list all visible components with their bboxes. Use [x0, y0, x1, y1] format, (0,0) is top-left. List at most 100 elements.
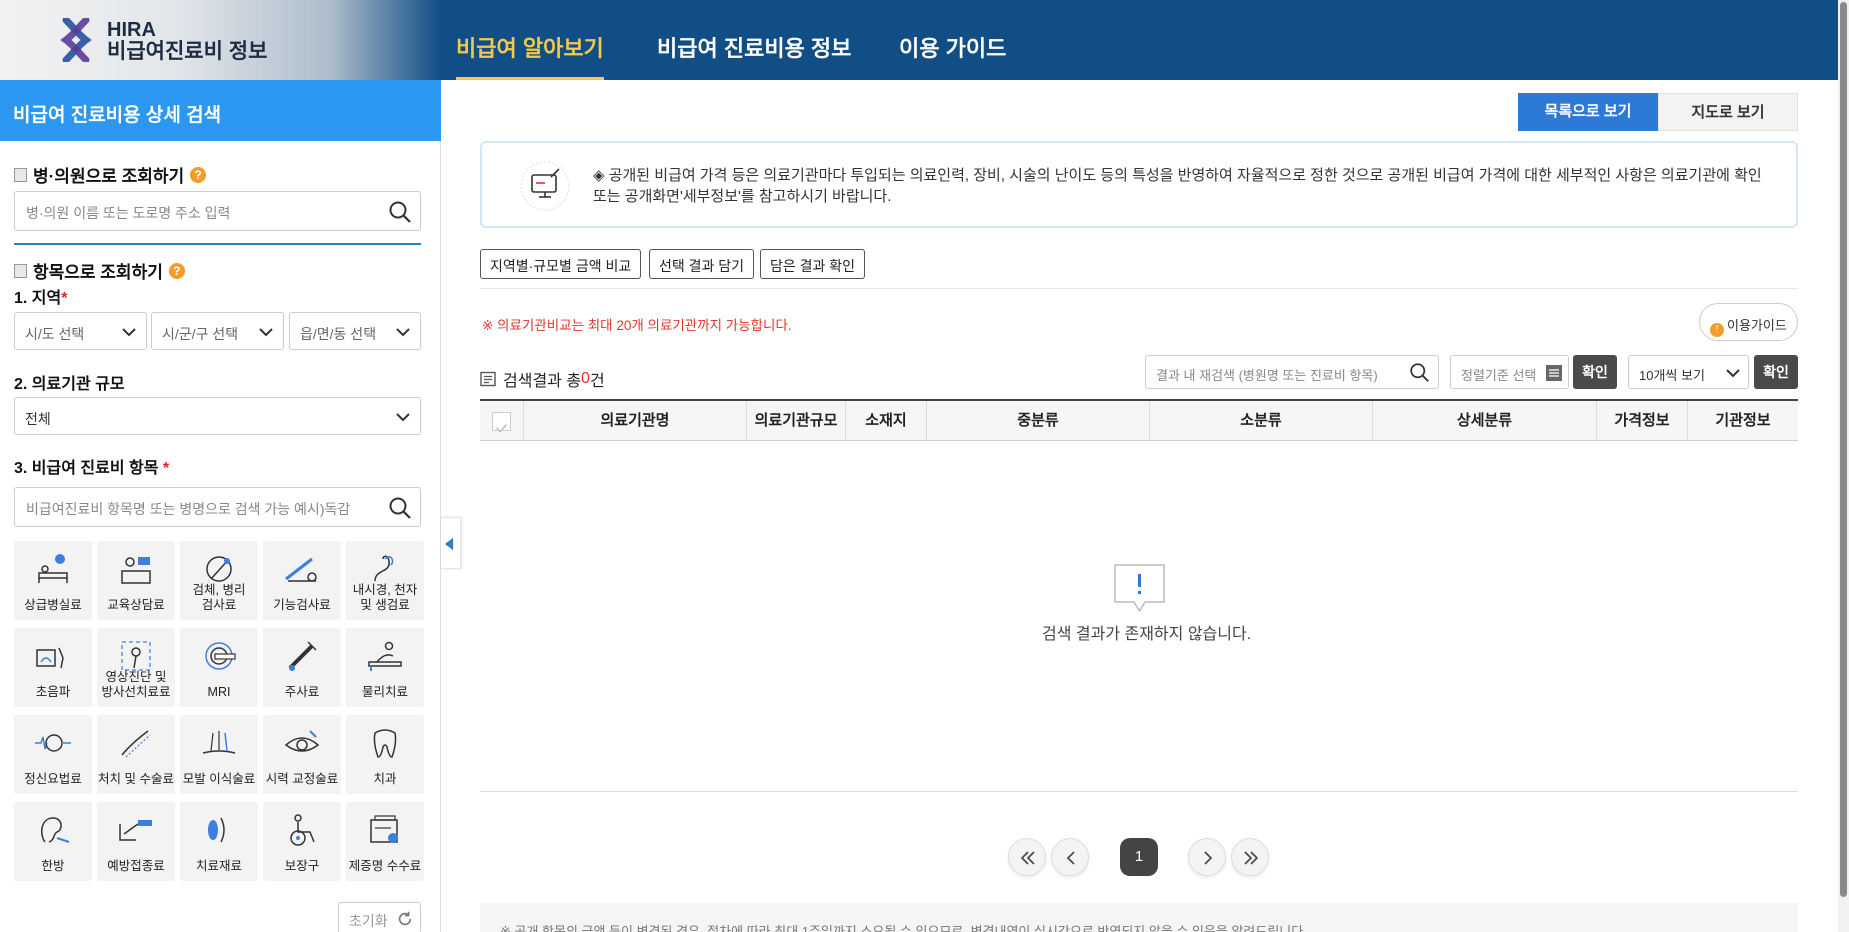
refresh-icon [398, 911, 412, 926]
logo[interactable]: HIRA 비급여진료비 정보 [0, 0, 440, 80]
reset-button[interactable]: 초기화 [338, 902, 421, 932]
compare-region-button[interactable]: 지역별·규모별 금액 비교 [480, 249, 642, 279]
hospital-search-title: 병·의원으로 조회하기 ? [14, 162, 207, 187]
category-tile[interactable]: 제증명 수수료 [346, 802, 424, 881]
category-tile[interactable]: 영상진단 및 방사선치료료 [97, 628, 175, 707]
category-label: 시력 교정술료 [265, 772, 339, 786]
sort-select[interactable]: 정렬기준 선택 [1450, 355, 1569, 389]
last-page-button[interactable] [1231, 838, 1269, 876]
cost-item-placeholder: 비급여진료비 항목명 또는 병명으로 검색 가능 예시)독감 [26, 501, 351, 517]
help-icon[interactable]: ? [168, 262, 185, 279]
category-tile[interactable]: 치과 [346, 715, 424, 794]
help-icon[interactable]: ? [190, 166, 207, 183]
category-tile[interactable]: 보장구 [263, 802, 341, 881]
save-selection-button[interactable]: 선택 결과 담기 [649, 249, 755, 279]
notice-text: ◈ 공개된 비급여 가격 등은 의료기관마다 투입되는 의료인력, 장비, 시술… [593, 167, 1762, 205]
nav-guide[interactable]: 이용 가이드 [899, 0, 1006, 80]
category-tile[interactable]: 한방 [14, 802, 92, 881]
category-tile[interactable]: 기능검사료 [263, 541, 341, 620]
category-tile[interactable]: 주사료 [263, 628, 341, 707]
search-icon[interactable] [388, 496, 412, 520]
logo-title: HIRA [107, 19, 156, 41]
category-tile[interactable]: MRI [180, 628, 258, 707]
scrollbar-thumb[interactable] [1840, 2, 1847, 897]
category-tile[interactable]: 상급병실료 [14, 541, 92, 620]
sort-confirm-button[interactable]: 확인 [1573, 355, 1617, 389]
research-input[interactable]: 결과 내 재검색 (병원명 또는 진료비 항목) [1145, 355, 1439, 389]
list-view-button[interactable]: 목록으로 보기 [1518, 93, 1658, 131]
search-icon[interactable] [1409, 362, 1430, 383]
town-select[interactable]: 읍/면/동 선택 [289, 312, 421, 350]
chevron-down-icon [396, 413, 410, 422]
category-tile[interactable]: 예방접종료 [97, 802, 175, 881]
province-select[interactable]: 시/도 선택 [14, 312, 147, 350]
nav-cost-info[interactable]: 비급여 진료비용 정보 [657, 0, 851, 80]
xray-icon [121, 641, 151, 671]
category-tile[interactable]: 정신요법료 [14, 715, 92, 794]
results-table-header: 의료기관명 의료기관규모 소재지 중분류 소분류 상세분류 가격정보 기관정보 [480, 399, 1798, 441]
category-tile[interactable]: 처치 및 수술료 [97, 715, 175, 794]
region-label: 1. 지역* [14, 290, 68, 307]
category-tile[interactable]: 물리치료 [346, 628, 424, 707]
category-tile[interactable]: 시력 교정술료 [263, 715, 341, 794]
category-label: 주사료 [284, 685, 320, 699]
hospital-search-placeholder: 병·의원 이름 또는 도로명 주소 입력 [26, 205, 231, 221]
logo-subtitle: 비급여진료비 정보 [107, 40, 268, 63]
item-search-title: 항목으로 조회하기 ? [14, 258, 185, 283]
notice-box: ◈ 공개된 비급여 가격 등은 의료기관마다 투입되는 의료인력, 장비, 시술… [480, 141, 1798, 228]
prev-page-button[interactable] [1051, 838, 1089, 876]
hospital-search-input[interactable]: 병·의원 이름 또는 도로명 주소 입력 [14, 191, 421, 231]
chevron-down-icon [259, 328, 273, 337]
per-page-confirm-button[interactable]: 확인 [1754, 355, 1798, 389]
col-institution-name: 의료기관명 [524, 401, 747, 441]
chevron-down-icon [1726, 369, 1740, 378]
nav-noncovered-info[interactable]: 비급여 알아보기 [456, 0, 604, 80]
category-label: 보장구 [284, 859, 320, 873]
category-tile[interactable]: 검체, 병리 검사료 [180, 541, 258, 620]
result-count: 검색결과 총0건 [480, 367, 605, 391]
category-tile[interactable]: 모발 이식술료 [180, 715, 258, 794]
category-tile[interactable]: 내시경, 천자 및 생검료 [346, 541, 424, 620]
category-tile[interactable]: 교육상담료 [97, 541, 175, 620]
sidebar-collapse-button[interactable] [441, 517, 461, 569]
col-middle-category: 중분류 [927, 401, 1150, 441]
function-test-icon [285, 557, 317, 582]
category-label: 물리치료 [361, 685, 408, 699]
chevron-down-icon [122, 328, 136, 337]
search-icon[interactable] [388, 200, 412, 224]
cost-item-search-input[interactable]: 비급여진료비 항목명 또는 병명으로 검색 가능 예시)독감 [14, 487, 421, 527]
chevron-right-icon [1204, 851, 1213, 865]
per-page-select[interactable]: 10개씩 보기 [1628, 355, 1749, 389]
document-icon [480, 371, 496, 387]
alert-icon: ! [1710, 323, 1724, 337]
page-scrollbar[interactable] [1838, 0, 1849, 932]
monitor-icon [520, 161, 570, 211]
category-tile[interactable]: 초음파 [14, 628, 92, 707]
check-icon [496, 424, 507, 433]
col-detail-category: 상세분류 [1373, 401, 1597, 441]
category-tile[interactable]: 치료재료 [180, 802, 258, 881]
cost-item-label: 3. 비급여 진료비 항목 * [14, 460, 170, 477]
lens-icon [208, 817, 225, 843]
page-button-current[interactable]: 1 [1120, 838, 1158, 876]
map-view-button[interactable]: 지도로 보기 [1658, 93, 1798, 131]
first-page-button[interactable] [1008, 838, 1046, 876]
vaccine-icon [119, 820, 152, 841]
next-page-button[interactable] [1188, 838, 1226, 876]
category-label: 영상진단 및 방사선치료료 [101, 670, 171, 699]
select-all-checkbox[interactable] [492, 412, 511, 433]
wheelchair-icon [290, 814, 315, 846]
category-label: 치과 [373, 772, 397, 786]
caret-left-icon [445, 537, 454, 551]
hospital-search-label: 병·의원으로 조회하기 [33, 167, 185, 186]
usage-guide-button[interactable]: ! 이용가이드 [1699, 303, 1798, 341]
category-label: 한방 [41, 859, 65, 873]
list-icon [14, 263, 27, 278]
scale-select[interactable]: 전체 [14, 397, 421, 435]
city-select[interactable]: 시/군/구 선택 [151, 312, 284, 350]
category-label: 상급병실료 [24, 598, 82, 612]
view-saved-button[interactable]: 담은 결과 확인 [760, 249, 866, 279]
endoscope-icon [374, 555, 394, 582]
category-label: 정신요법료 [24, 772, 82, 786]
category-label: 처치 및 수술료 [98, 772, 174, 786]
